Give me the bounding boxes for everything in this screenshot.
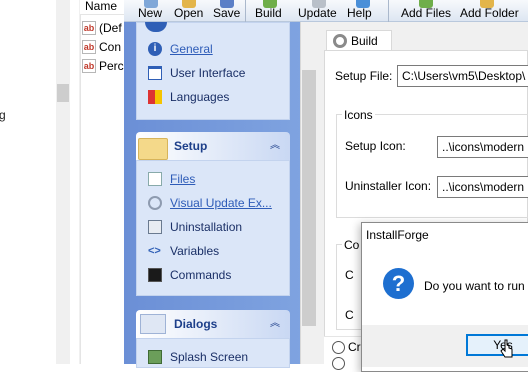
file-name: Perc	[99, 59, 124, 73]
folder-icon	[138, 138, 168, 160]
file-list-item[interactable]: ab Perc	[82, 57, 124, 75]
dialogs-section-title: Dialogs	[174, 317, 218, 331]
update-icon	[148, 196, 162, 210]
mouse-cursor-icon	[500, 339, 513, 358]
explorer-scrollbar-thumb[interactable]	[57, 84, 69, 102]
collapse-chevron-icon[interactable]: ︽	[268, 139, 282, 153]
uninstaller-icon-label: Uninstaller Icon:	[345, 179, 432, 193]
nav-item-user-interface[interactable]: User Interface	[148, 64, 245, 82]
file-list-item[interactable]: ab Con	[82, 38, 121, 56]
toolbar-separator	[245, 0, 246, 22]
file-name: (Def	[99, 21, 122, 35]
compression-option-label: C	[345, 268, 354, 282]
nav-item-commands[interactable]: Commands	[148, 266, 231, 284]
add-files-button[interactable]: Add Files	[401, 0, 451, 20]
tab-build[interactable]: Build	[326, 30, 392, 51]
info-icon: i	[148, 42, 162, 56]
add-folder-button[interactable]: Add Folder	[460, 0, 519, 20]
setup-icon-label: Setup Icon:	[345, 139, 406, 153]
open-icon	[182, 0, 196, 8]
setup-file-input[interactable]: C:\Users\vm5\Desktop\	[397, 65, 528, 87]
create-radio[interactable]	[332, 341, 345, 354]
uninstall-icon	[148, 220, 162, 234]
save-icon	[220, 0, 234, 8]
dialog-title-bar[interactable]: InstallForge	[362, 223, 528, 247]
add-folder-icon	[480, 0, 494, 8]
ab-file-icon: ab	[82, 59, 96, 73]
window-icon	[148, 66, 162, 80]
help-button[interactable]: Help	[347, 0, 372, 20]
gear-icon	[333, 34, 347, 48]
nav-item-general[interactable]: i General	[148, 40, 213, 58]
add-files-icon	[419, 0, 433, 8]
new-icon	[144, 0, 158, 8]
nav-item-variables[interactable]: <> Variables	[148, 242, 219, 260]
dialog-title: InstallForge	[366, 228, 429, 242]
icons-group-label: Icons	[342, 108, 375, 122]
explorer-truncated-text: g	[0, 108, 6, 122]
setup-section-title: Setup	[174, 139, 208, 153]
nav-item-files[interactable]: Files	[148, 170, 195, 188]
yes-button[interactable]: Yes	[466, 334, 528, 356]
nav-item-splash-screen[interactable]: Splash Screen	[148, 348, 248, 366]
setup-file-label: Setup File:	[335, 69, 393, 83]
nav-item-languages[interactable]: Languages	[148, 88, 229, 106]
file-name: Con	[99, 40, 122, 54]
nav-item-visual-update[interactable]: Visual Update Ex...	[148, 194, 272, 212]
compression-group-label: Co	[342, 238, 362, 252]
ab-file-icon: ab	[82, 40, 96, 54]
dialog-message: Do you want to run	[424, 279, 525, 293]
update-button[interactable]: Update	[298, 0, 337, 20]
collapse-chevron-icon[interactable]: ︽	[268, 317, 282, 331]
question-icon: ?	[383, 268, 414, 299]
explorer-name-column-header[interactable]: Name	[80, 0, 128, 15]
icons-group	[336, 114, 528, 218]
file-list-item[interactable]: ab (Def	[82, 19, 122, 37]
build-icon	[263, 0, 277, 8]
name-column-label: Name	[85, 0, 118, 13]
explorer-scrollbar[interactable]	[56, 0, 70, 364]
file-add-icon	[148, 172, 162, 186]
create-radio-label: Cr	[348, 340, 361, 354]
toolbar-separator	[388, 0, 389, 22]
flags-icon	[148, 90, 162, 104]
save-button[interactable]: Save	[213, 0, 240, 20]
code-icon: <>	[148, 245, 161, 257]
new-button[interactable]: New	[138, 0, 162, 20]
image-icon	[148, 350, 162, 364]
help-icon	[356, 0, 370, 8]
build-button[interactable]: Build	[255, 0, 282, 20]
main-toolbar: New Open Save Build Update Help Add File…	[124, 0, 528, 22]
update-icon	[312, 0, 326, 8]
setup-icon-input[interactable]: ..\icons\modern	[437, 136, 528, 158]
nav-item-uninstallation[interactable]: Uninstallation	[148, 218, 242, 236]
ab-file-icon: ab	[82, 21, 96, 35]
compression-option-label: C	[345, 308, 354, 322]
navigation-scrollbar-thumb[interactable]	[302, 70, 316, 326]
dialogs-section-icon	[140, 314, 166, 334]
terminal-icon	[148, 268, 162, 282]
uninstaller-icon-input[interactable]: ..\icons\modern	[437, 176, 528, 198]
open-button[interactable]: Open	[174, 0, 203, 20]
